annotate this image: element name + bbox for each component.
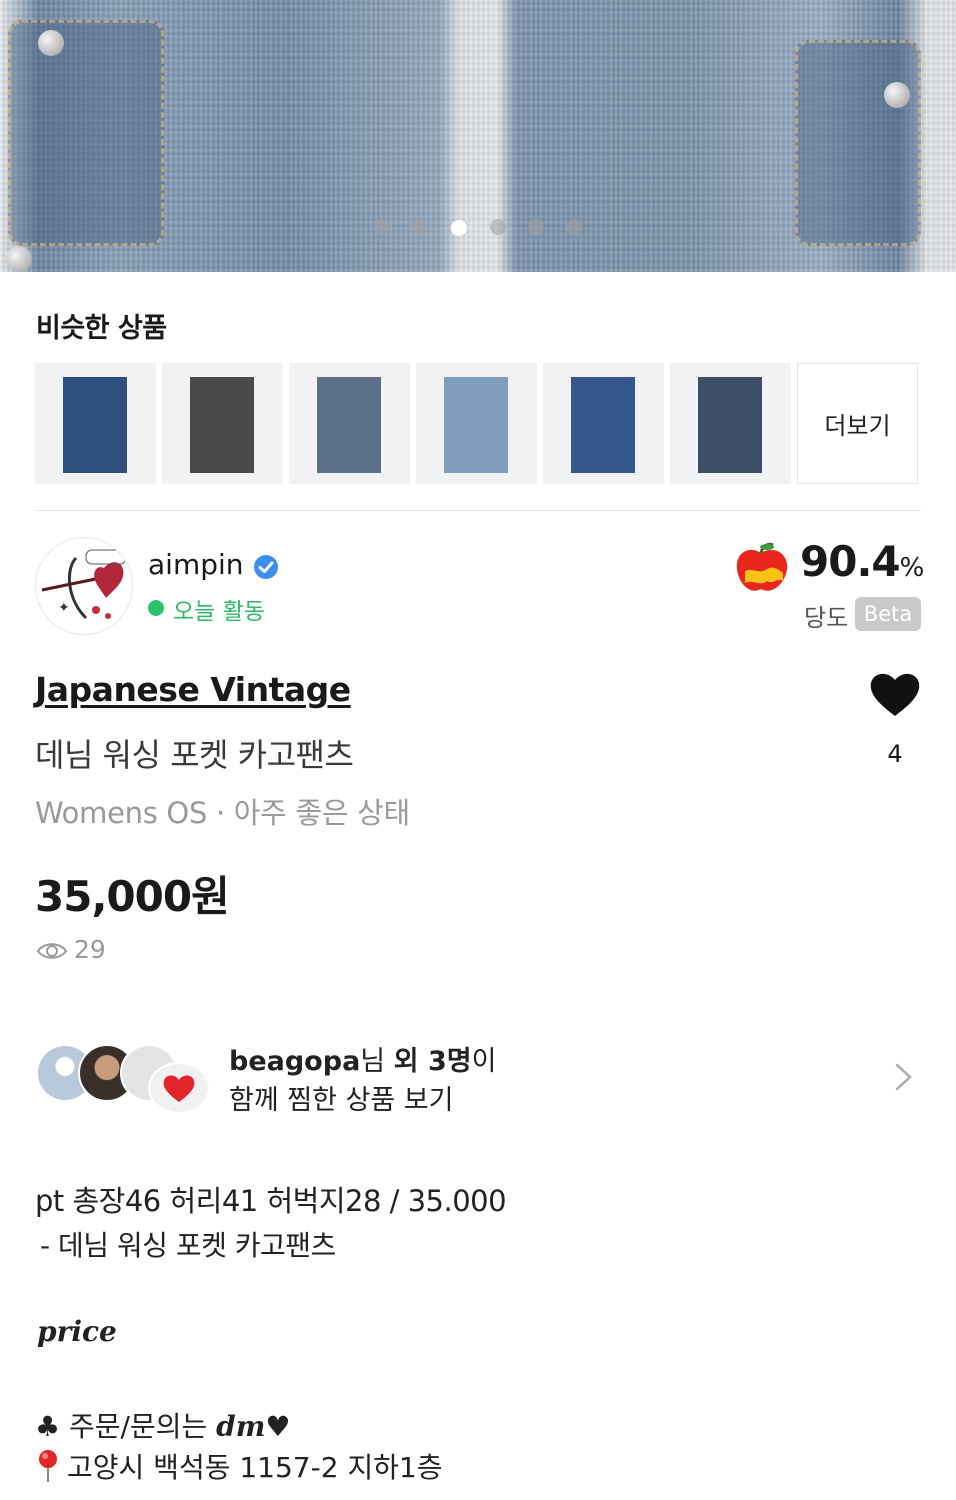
pants-thumbnail-image [317,377,381,473]
online-status-dot [148,600,164,616]
similar-product-thumb[interactable] [543,363,664,484]
carousel-dot[interactable] [450,219,468,237]
beta-badge: Beta [855,597,921,631]
brand-link[interactable]: Japanese Vintage [35,670,351,709]
carousel-dot[interactable] [490,219,506,235]
description-price-heading: price [37,1315,117,1348]
similar-products-list: 더보기 [35,363,918,484]
wishlist-text[interactable]: beagopa님 외 3명이 [229,1039,496,1078]
heart-badge [148,1062,210,1114]
product-name: 데님 워싱 포켓 카고팬츠 [35,736,354,774]
description-address: 고양시 백석동 1157-2 지하1층 [35,1446,443,1486]
apple-sweetness-icon [736,542,788,591]
seller-activity: 오늘 활동 [173,599,265,625]
description-contact: ♣ 주문/문의는 dm♥ [35,1405,290,1445]
seller-avatar[interactable]: ✦ [35,537,133,635]
button-stud [38,30,64,56]
carousel-dot[interactable] [412,219,428,235]
carousel-indicator[interactable] [0,219,956,237]
similar-product-thumb[interactable] [289,363,410,484]
view-count: 29 [74,935,106,964]
product-meta: Womens OS · 아주 좋은 상태 [35,796,410,830]
sweetness-unit: % [899,553,925,583]
contact-dm: dm [216,1410,266,1443]
pants-thumbnail-image [698,377,762,473]
contact-prefix: ♣ 주문/문의는 [35,1410,217,1443]
more-similar-button[interactable]: 더보기 [797,363,918,484]
sweetness-value: 90.4 [800,537,901,586]
wishlist-avatars[interactable] [36,1042,216,1114]
wishlist-cta[interactable]: 함께 찜한 상품 보기 [229,1078,453,1117]
red-heart-icon [163,1075,195,1102]
similar-products-title: 비슷한 상품 [36,313,167,344]
wishlist-others: 외 3명 [393,1046,472,1077]
seller-name[interactable]: aimpin [148,548,244,581]
product-price: 35,000원 [35,872,230,921]
wishlist-suffix: 님 [360,1046,394,1077]
cargo-pocket-right [795,40,921,246]
product-image-carousel[interactable] [0,0,956,272]
chevron-right-icon[interactable] [893,1062,915,1092]
similar-product-thumb[interactable] [35,363,156,484]
svg-text:✦: ✦ [58,600,70,616]
pants-thumbnail-image [190,377,254,473]
carousel-dot[interactable] [566,219,582,235]
carousel-dot[interactable] [374,219,390,235]
pin-icon [39,1450,57,1482]
pants-thumbnail-image [444,377,508,473]
sweetness-label: 당도 [804,604,849,632]
wishlist-suffix: 이 [471,1046,497,1077]
black-heart-icon: ♥ [265,1410,291,1443]
address-text: 고양시 백석동 1157-2 지하1층 [67,1451,443,1484]
similar-product-thumb[interactable] [416,363,537,484]
like-count: 4 [887,740,903,768]
wishlist-user: beagopa [229,1046,361,1077]
description-line: pt 총장46 허리41 허벅지28 / 35.000 [35,1184,507,1218]
eye-icon [36,943,68,959]
button-stud [6,246,32,272]
description-line: - 데님 워싱 포켓 카고팬츠 [40,1229,336,1262]
button-stud [884,82,910,108]
similar-product-thumb[interactable] [162,363,283,484]
pants-thumbnail-image [63,377,127,473]
divider [35,510,921,511]
similar-product-thumb[interactable] [670,363,791,484]
verified-badge-icon [254,555,278,579]
sweetness-score: 90.4% [800,537,924,586]
cargo-pocket-left [8,20,164,246]
carousel-dot[interactable] [528,219,544,235]
pants-thumbnail-image [571,377,635,473]
like-heart-icon[interactable] [869,670,921,718]
